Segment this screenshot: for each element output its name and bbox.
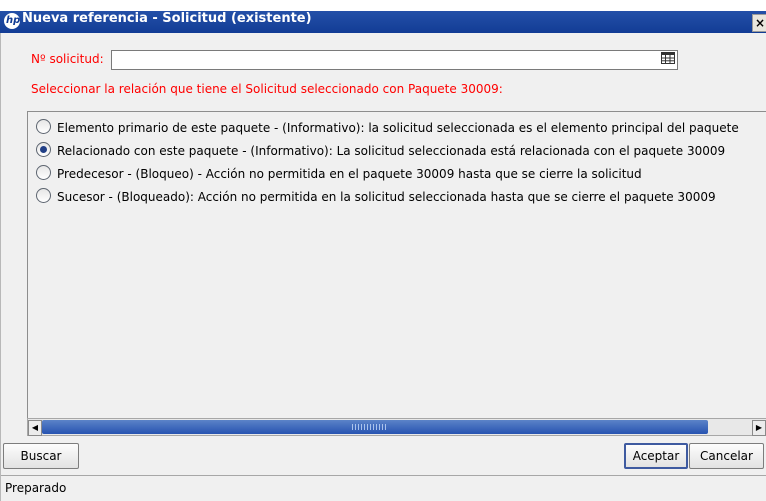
option-related[interactable]: Relacionado con este paquete - (Informat… <box>36 141 725 161</box>
accept-button[interactable]: Aceptar <box>624 443 688 469</box>
request-number-label: Nº solicitud: <box>31 52 104 66</box>
dialog-window: hp Nueva referencia - Solicitud (existen… <box>0 0 766 501</box>
option-predecessor[interactable]: Predecesor - (Bloqueo) - Acción no permi… <box>36 164 642 184</box>
option-predecessor-label: Predecesor - (Bloqueo) - Acción no permi… <box>57 167 642 181</box>
option-related-label: Relacionado con este paquete - (Informat… <box>57 144 726 158</box>
radio-predecessor[interactable] <box>36 165 51 180</box>
close-button[interactable]: × <box>752 14 766 32</box>
scrollbar-thumb[interactable] <box>42 420 708 434</box>
status-text: Preparado <box>5 481 67 495</box>
relationship-options-panel: Elemento primario de este paquete - (Inf… <box>27 111 766 419</box>
request-number-input[interactable] <box>111 50 678 70</box>
title-bar[interactable]: hp Nueva referencia - Solicitud (existen… <box>0 11 766 33</box>
option-successor-label: Sucesor - (Bloqueado): Acción no permiti… <box>57 190 716 204</box>
horizontal-scrollbar[interactable]: ◀ ▶ <box>27 418 766 436</box>
option-parent-label: Elemento primario de este paquete - (Inf… <box>57 121 739 135</box>
hp-logo-icon: hp <box>4 13 20 29</box>
radio-successor[interactable] <box>36 188 51 203</box>
window-title: Nueva referencia - Solicitud (existente) <box>22 11 312 26</box>
scroll-left-arrow-icon[interactable]: ◀ <box>28 420 42 436</box>
search-button[interactable]: Buscar <box>3 443 79 469</box>
cancel-button[interactable]: Cancelar <box>689 443 764 469</box>
radio-parent[interactable] <box>36 119 51 134</box>
scrollbar-grip-icon <box>352 424 386 430</box>
option-parent[interactable]: Elemento primario de este paquete - (Inf… <box>36 118 739 138</box>
scroll-right-arrow-icon[interactable]: ▶ <box>752 420 766 436</box>
calendar-list-icon[interactable] <box>661 52 675 64</box>
relationship-instruction: Seleccionar la relación que tiene el Sol… <box>31 82 503 96</box>
status-bar: Preparado <box>1 475 766 500</box>
option-successor[interactable]: Sucesor - (Bloqueado): Acción no permiti… <box>36 187 716 207</box>
radio-related[interactable] <box>36 142 51 157</box>
